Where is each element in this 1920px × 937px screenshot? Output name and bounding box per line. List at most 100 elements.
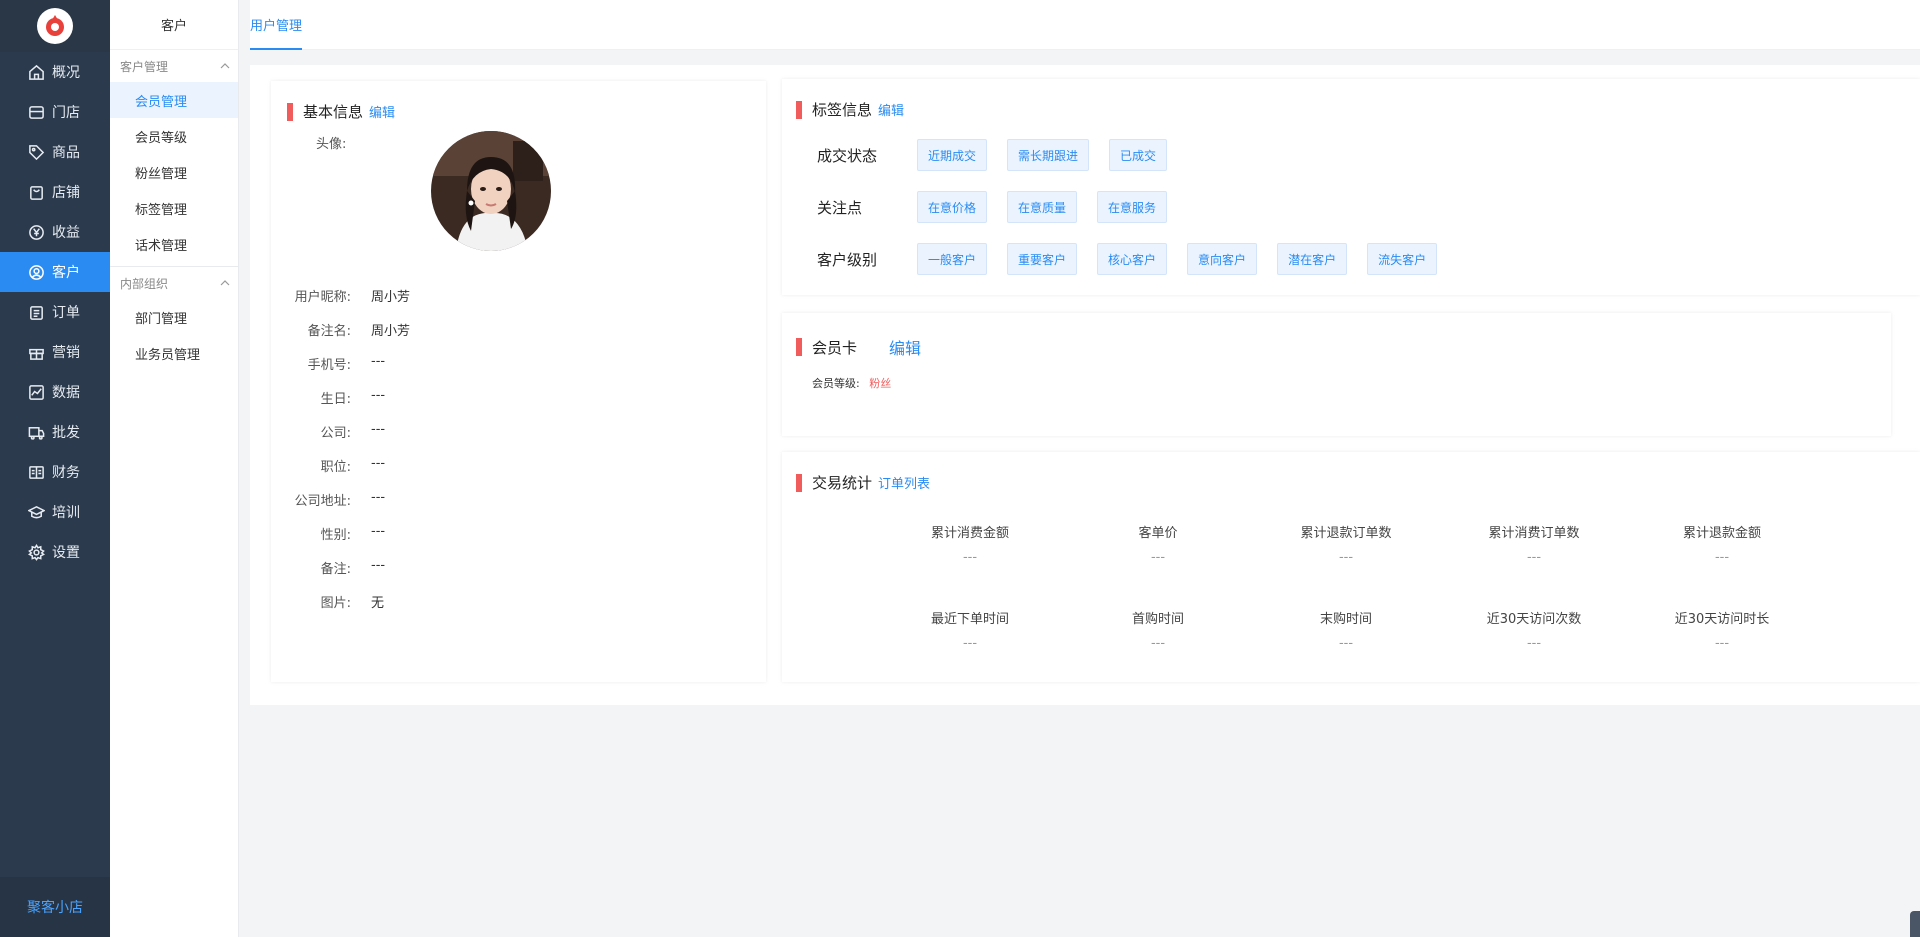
stat-label: 累计消费金额 bbox=[930, 526, 1009, 541]
logo-icon bbox=[46, 15, 64, 36]
sub-item-department-management[interactable]: 部门管理 bbox=[110, 299, 238, 335]
info-label: 用户昵称: bbox=[294, 290, 351, 305]
stat-label: 客单价 bbox=[1138, 526, 1178, 541]
info-value: --- bbox=[371, 354, 386, 369]
primary-nav: 概况 门店 商品 店铺 收益 客户 订单 营销 数据 批发 财务 培训 设置 bbox=[0, 52, 110, 572]
nav-item-wholesale[interactable]: 批发 bbox=[0, 412, 110, 452]
gear-icon bbox=[28, 543, 45, 561]
info-row-picture: 图片: 无 bbox=[271, 592, 384, 612]
tag-chip[interactable]: 在意质量 bbox=[1007, 191, 1078, 223]
info-value: --- bbox=[371, 490, 386, 505]
tag-chip[interactable]: 潜在客户 bbox=[1277, 243, 1348, 275]
tag-row-focus: 关注点 在意价格 在意质量 在意服务 bbox=[817, 191, 1187, 223]
nav-item-overview[interactable]: 概况 bbox=[0, 52, 110, 92]
info-label: 生日: bbox=[320, 392, 351, 407]
info-value: --- bbox=[371, 558, 386, 573]
sub-item-tag-management[interactable]: 标签管理 bbox=[110, 190, 238, 226]
member-card: 会员卡 编辑 会员等级: 粉丝 bbox=[782, 313, 1891, 436]
member-card-title: 会员卡 bbox=[812, 338, 858, 357]
basic-info-header: 基本信息 编辑 bbox=[287, 101, 395, 122]
scroll-handle[interactable] bbox=[1910, 911, 1920, 937]
group-toggle-internal-organization[interactable]: 内部组织 bbox=[110, 267, 238, 299]
nav-label: 培训 bbox=[52, 505, 80, 521]
nav-item-order[interactable]: 订单 bbox=[0, 292, 110, 332]
tag-chip[interactable]: 已成交 bbox=[1109, 139, 1168, 171]
graduation-icon bbox=[28, 505, 45, 518]
secondary-sidebar-title: 客户 bbox=[110, 0, 238, 50]
info-label: 公司: bbox=[320, 426, 351, 441]
nav-label: 客户 bbox=[52, 265, 80, 281]
member-card-edit-link[interactable]: 编辑 bbox=[889, 335, 921, 359]
tag-chip[interactable]: 意向客户 bbox=[1187, 243, 1258, 275]
sub-item-member-level[interactable]: 会员等级 bbox=[110, 118, 238, 154]
tag-chip[interactable]: 在意服务 bbox=[1097, 191, 1168, 223]
nav-label: 概况 bbox=[52, 65, 80, 81]
tab-user-management[interactable]: 用户管理 bbox=[250, 0, 303, 50]
tag-chip[interactable]: 在意价格 bbox=[917, 191, 988, 223]
nav-item-data[interactable]: 数据 bbox=[0, 372, 110, 412]
order-list-link[interactable]: 订单列表 bbox=[878, 473, 930, 492]
app-logo[interactable] bbox=[37, 8, 73, 44]
stat-label: 近30天访问次数 bbox=[1486, 612, 1582, 627]
info-row-gender: 性别: --- bbox=[271, 524, 385, 544]
stat-value: --- bbox=[1150, 550, 1166, 565]
stat-value: --- bbox=[1526, 550, 1542, 565]
sub-item-fans-management[interactable]: 粉丝管理 bbox=[110, 154, 238, 190]
chart-icon bbox=[29, 384, 44, 400]
stat-value: --- bbox=[962, 550, 978, 565]
brand-footer[interactable]: 聚客小店 bbox=[0, 877, 110, 937]
nav-item-shop[interactable]: 店铺 bbox=[0, 172, 110, 212]
nav-item-goods[interactable]: 商品 bbox=[0, 132, 110, 172]
sub-item-member-management[interactable]: 会员管理 bbox=[110, 82, 238, 118]
tag-info-header: 标签信息 编辑 bbox=[796, 99, 904, 120]
info-value: --- bbox=[371, 388, 386, 403]
tag-chip[interactable]: 近期成交 bbox=[917, 139, 988, 171]
stat-label: 累计退款订单数 bbox=[1300, 526, 1392, 541]
basic-info-edit-link[interactable]: 编辑 bbox=[369, 102, 395, 121]
sub-item-salesperson-management[interactable]: 业务员管理 bbox=[110, 335, 238, 371]
info-label: 性别: bbox=[320, 528, 351, 543]
stat-spend-order-count: 累计消费订单数 --- bbox=[1454, 522, 1614, 565]
info-label: 公司地址: bbox=[294, 494, 351, 509]
tag-info-edit-link[interactable]: 编辑 bbox=[878, 100, 904, 119]
member-card-header: 会员卡 编辑 bbox=[796, 335, 921, 359]
primary-sidebar: 概况 门店 商品 店铺 收益 客户 订单 营销 数据 批发 财务 培训 设置 聚… bbox=[0, 0, 110, 937]
sub-item-script-management[interactable]: 话术管理 bbox=[110, 226, 238, 262]
info-row-company-address: 公司地址: --- bbox=[271, 490, 385, 510]
logo-area bbox=[0, 0, 110, 52]
user-icon bbox=[29, 264, 44, 280]
nav-item-training[interactable]: 培训 bbox=[0, 492, 110, 532]
group-toggle-customer-management[interactable]: 客户管理 bbox=[110, 50, 238, 82]
tag-chip[interactable]: 一般客户 bbox=[917, 243, 988, 275]
info-label: 手机号: bbox=[307, 358, 351, 373]
tag-row-customer-level: 客户级别 一般客户 重要客户 核心客户 意向客户 潜在客户 流失客户 bbox=[817, 243, 1457, 275]
info-value: 无 bbox=[371, 596, 385, 611]
basic-info-card: 基本信息 编辑 头像: 用户昵称: 周小芳 备注名: 周小芳 手机号: --- … bbox=[271, 81, 766, 682]
nav-item-customer[interactable]: 客户 bbox=[0, 252, 110, 292]
tag-chip[interactable]: 需长期跟进 bbox=[1007, 139, 1090, 171]
info-value: 周小芳 bbox=[371, 290, 411, 305]
member-level-label: 会员等级: bbox=[812, 377, 860, 390]
section-marker bbox=[796, 473, 802, 492]
tag-chip[interactable]: 流失客户 bbox=[1367, 243, 1438, 275]
nav-item-income[interactable]: 收益 bbox=[0, 212, 110, 252]
info-label: 备注名: bbox=[307, 324, 351, 339]
stat-value: --- bbox=[1714, 636, 1730, 651]
stat-label: 最近下单时间 bbox=[930, 612, 1009, 627]
nav-label: 门店 bbox=[52, 105, 80, 121]
info-row-position: 职位: --- bbox=[271, 456, 385, 476]
nav-item-store[interactable]: 门店 bbox=[0, 92, 110, 132]
nav-item-marketing[interactable]: 营销 bbox=[0, 332, 110, 372]
nav-item-settings[interactable]: 设置 bbox=[0, 532, 110, 572]
info-value: --- bbox=[371, 524, 386, 539]
stat-visit-duration-30d: 近30天访问时长 --- bbox=[1642, 608, 1802, 651]
tag-chip[interactable]: 核心客户 bbox=[1097, 243, 1168, 275]
section-marker bbox=[796, 100, 802, 119]
tag-row-label: 客户级别 bbox=[817, 250, 878, 269]
tab-bar: 用户管理 bbox=[250, 0, 1920, 50]
nav-label: 批发 bbox=[52, 425, 80, 441]
section-marker bbox=[796, 338, 802, 356]
tag-chip[interactable]: 重要客户 bbox=[1007, 243, 1078, 275]
nav-item-finance[interactable]: 财务 bbox=[0, 452, 110, 492]
member-level-value: 粉丝 bbox=[869, 377, 892, 390]
